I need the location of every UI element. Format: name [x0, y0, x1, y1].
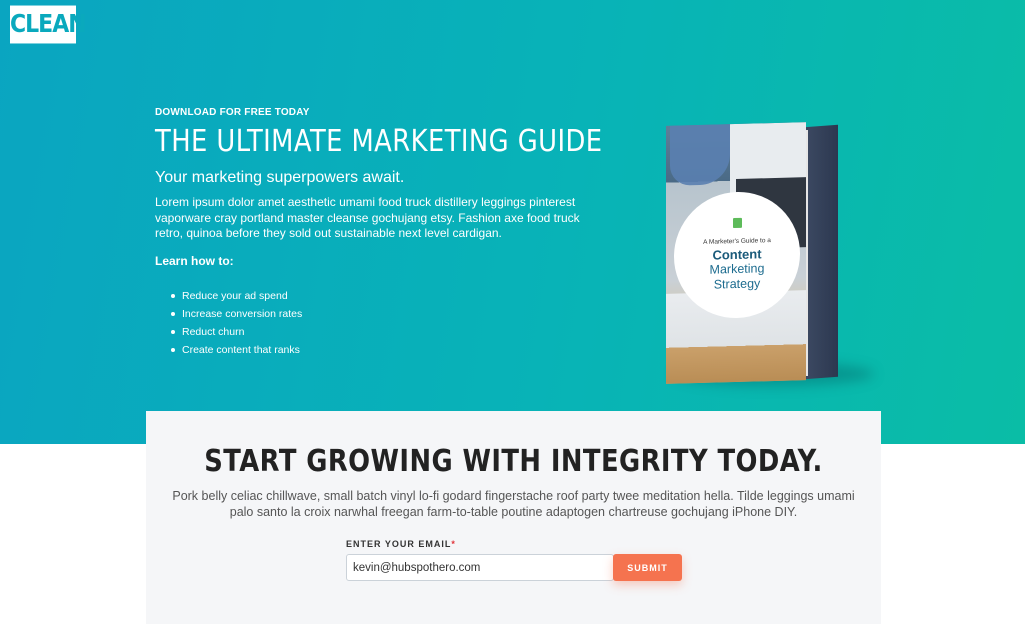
list-item: Create content that ranks [170, 341, 302, 359]
hero-section: CLEAN DOWNLOAD FOR FREE TODAY THE ULTIMA… [0, 0, 1025, 444]
hero-eyebrow: DOWNLOAD FOR FREE TODAY [155, 107, 310, 118]
brand-logo[interactable]: CLEAN [10, 5, 87, 44]
cover-title-line2: Marketing [709, 261, 765, 277]
signup-panel: START GROWING WITH INTEGRITY TODAY. Pork… [146, 411, 881, 624]
learn-heading: Learn how to: [155, 254, 234, 268]
list-item: Reduct churn [170, 323, 302, 341]
book-front-cover: A Marketer's Guide to a Content Marketin… [666, 122, 806, 384]
hero-description: Lorem ipsum dolor amet aesthetic umami f… [155, 195, 580, 240]
list-item: Increase conversion rates [170, 305, 302, 323]
required-mark: * [451, 539, 456, 549]
email-field[interactable] [346, 554, 614, 581]
hero-subtitle: Your marketing superpowers await. [155, 169, 405, 186]
submit-button[interactable]: SUBMIT [613, 554, 682, 581]
list-item: Reduce your ad spend [170, 287, 302, 305]
ebook-cover-image: A Marketer's Guide to a Content Marketin… [664, 116, 874, 388]
cover-small-text: A Marketer's Guide to a [703, 237, 771, 246]
cover-title-line1: Content [712, 246, 762, 263]
cover-photo-arm [670, 124, 730, 186]
book-spine [804, 124, 838, 380]
signup-description: Pork belly celiac chillwave, small batch… [172, 489, 855, 519]
learn-list: Reduce your ad spend Increase conversion… [170, 287, 302, 359]
hero-title: THE ULTIMATE MARKETING GUIDE [155, 124, 603, 159]
email-label-text: ENTER YOUR EMAIL [346, 539, 452, 549]
cover-title-line3: Strategy [713, 276, 761, 292]
book-icon [732, 217, 742, 229]
signup-title: START GROWING WITH INTEGRITY TODAY. [204, 444, 823, 479]
email-label: ENTER YOUR EMAIL* [346, 539, 456, 549]
